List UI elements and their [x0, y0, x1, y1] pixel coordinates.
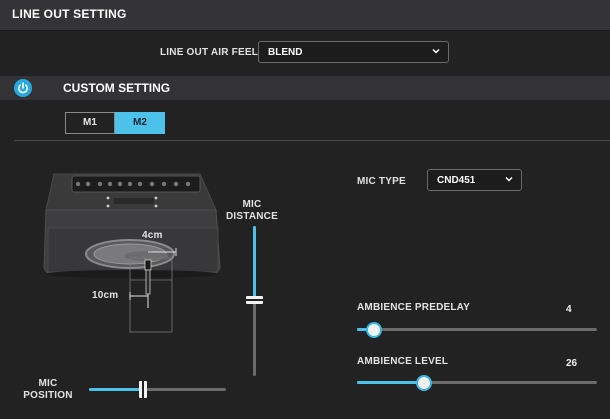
- mic-distance-label-line2: DISTANCE: [226, 211, 278, 222]
- mic-position-slider[interactable]: [89, 381, 226, 399]
- ambience-level-slider[interactable]: [357, 374, 597, 392]
- air-feel-dropdown[interactable]: BLEND: [258, 41, 449, 63]
- mic-distance-handle[interactable]: [246, 296, 263, 304]
- chevron-down-icon: [505, 176, 513, 182]
- custom-setting-bar: CUSTOM SETTING: [0, 76, 610, 100]
- mic-distance-label: MIC DISTANCE: [226, 199, 278, 223]
- power-toggle[interactable]: [14, 79, 32, 97]
- ambience-level-fill: [357, 381, 423, 384]
- height-marker-label: 10cm: [92, 290, 119, 301]
- page-title: LINE OUT SETTING: [12, 7, 127, 21]
- mic-position-label-line2: POSITION: [23, 390, 73, 401]
- power-icon: [18, 82, 28, 94]
- tab-m1[interactable]: M1: [65, 112, 115, 134]
- tab-m2[interactable]: M2: [115, 112, 165, 134]
- mic-type-label: MIC TYPE: [357, 176, 406, 187]
- ambience-predelay-label: AMBIENCE PREDELAY: [357, 302, 471, 313]
- divider: [14, 140, 610, 141]
- custom-setting-title: CUSTOM SETTING: [63, 81, 171, 95]
- mic-distance-fill: [253, 226, 256, 301]
- mic-type-dropdown[interactable]: CND451: [427, 169, 522, 191]
- ambience-predelay-slider[interactable]: [357, 321, 597, 339]
- air-feel-label: LINE OUT AIR FEEL: [160, 47, 259, 58]
- mic-position-fill: [89, 388, 144, 391]
- ambience-predelay-track: [357, 328, 597, 331]
- mic-position-label: MIC POSITION: [18, 378, 78, 402]
- mic-type-value: CND451: [437, 175, 476, 186]
- air-feel-value: BLEND: [268, 47, 303, 58]
- ambience-level-value: 26: [566, 358, 578, 369]
- mic-position-handle[interactable]: [139, 381, 147, 398]
- mic-distance-label-line1: MIC: [242, 199, 262, 210]
- amp-illustration: [43, 173, 221, 333]
- header-bar: LINE OUT SETTING: [0, 0, 610, 31]
- mic-distance-slider[interactable]: [246, 226, 264, 376]
- ambience-level-label: AMBIENCE LEVEL: [357, 356, 449, 367]
- ambience-predelay-knob[interactable]: [366, 322, 382, 338]
- mic-position-label-line1: MIC: [38, 378, 58, 389]
- ambience-level-knob[interactable]: [416, 375, 432, 391]
- chevron-down-icon: [432, 48, 440, 54]
- ambience-predelay-value: 4: [566, 304, 572, 315]
- distance-marker-label: 4cm: [142, 230, 163, 241]
